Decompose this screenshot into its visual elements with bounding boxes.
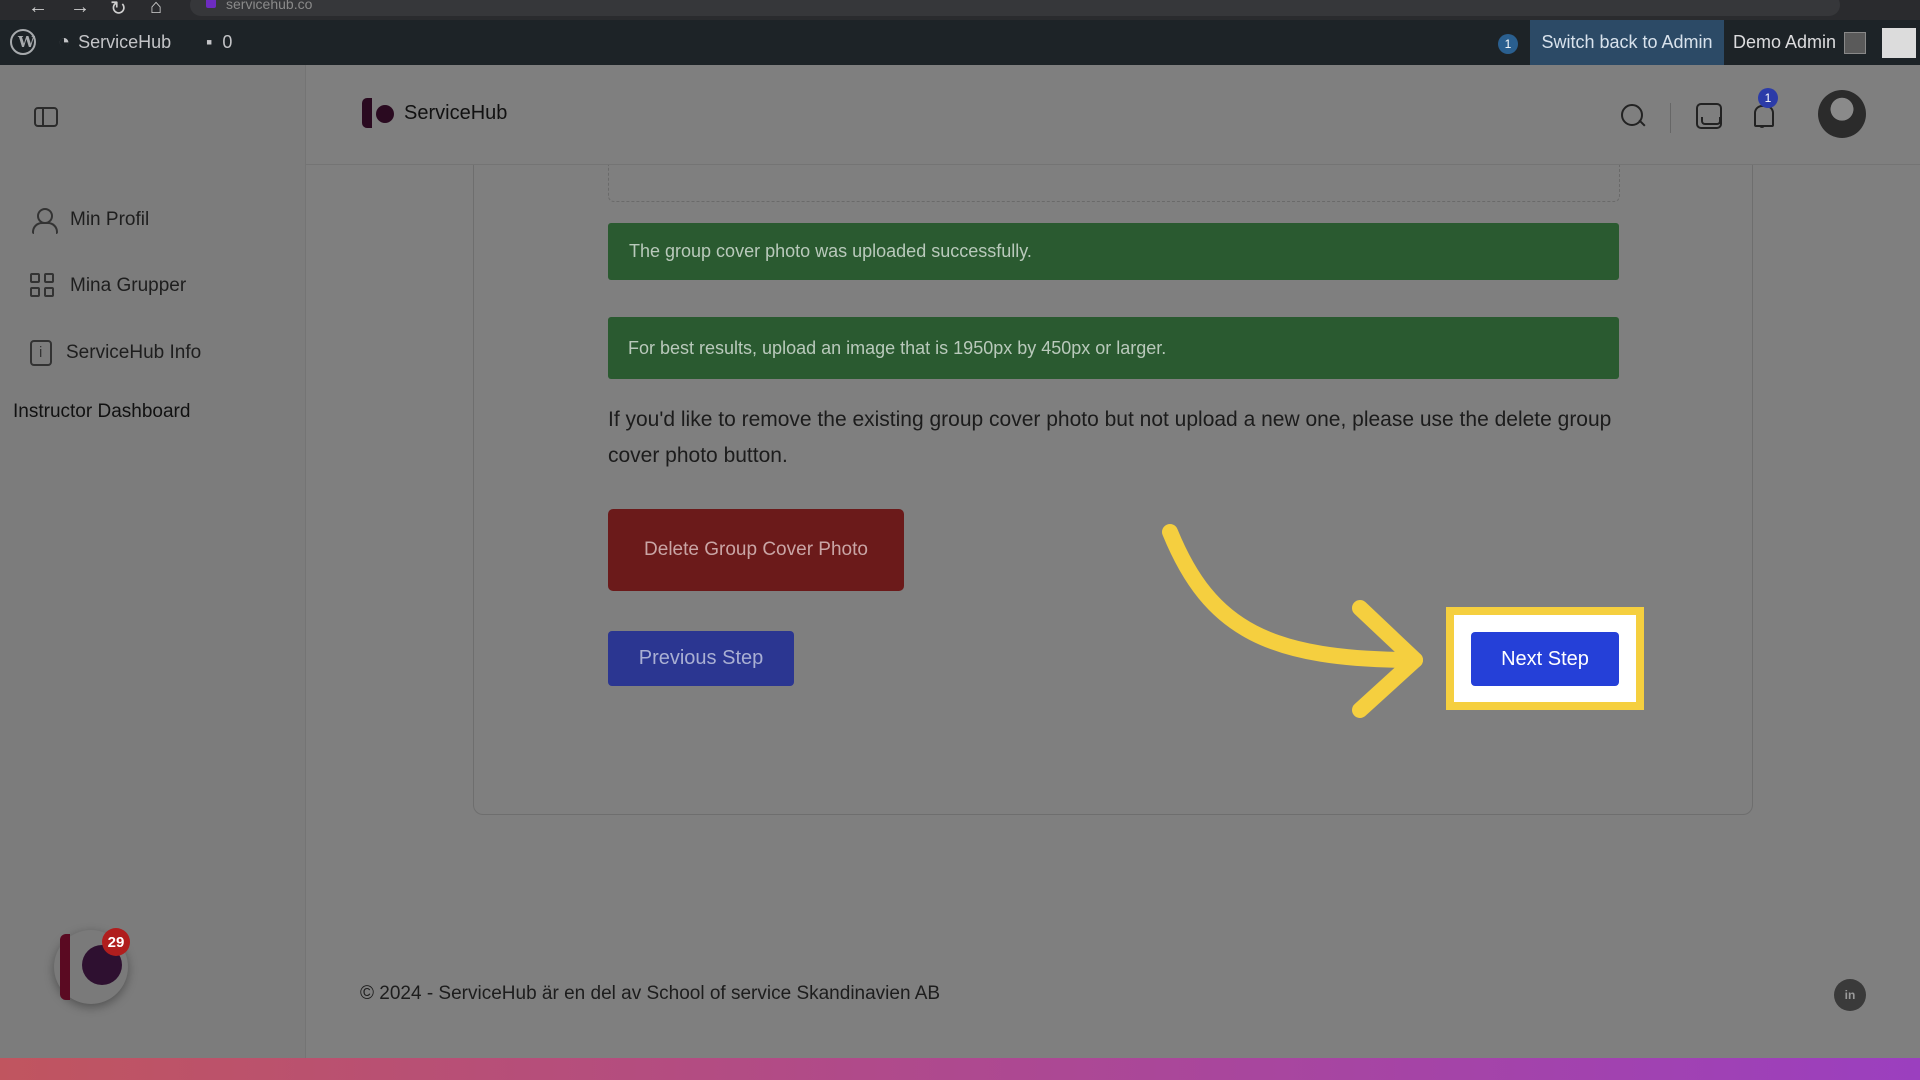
back-icon[interactable]: ← <box>28 0 48 19</box>
bottom-gradient-bar <box>0 1058 1920 1080</box>
admin-user-menu[interactable]: Demo Admin <box>1733 20 1836 65</box>
home-icon[interactable]: ⌂ <box>150 0 162 19</box>
sidebar-item-servicehub-info[interactable]: ServiceHub Info <box>30 333 201 373</box>
user-icon <box>30 207 58 234</box>
sidebar-toggle-icon[interactable] <box>34 107 58 127</box>
sidebar-item-label: ServiceHub Info <box>66 342 202 363</box>
admin-avatar[interactable] <box>1844 32 1866 54</box>
brand-name[interactable]: ServiceHub <box>404 102 507 125</box>
tip-alert: For best results, upload an image that i… <box>608 317 1619 379</box>
admin-bar: W ◔ ServiceHub ▪ 0 1 Switch back to Admi… <box>0 20 1920 65</box>
user-avatar[interactable] <box>1818 90 1866 138</box>
search-icon[interactable] <box>1620 103 1646 129</box>
favicon-icon <box>206 0 216 8</box>
sidebar-item-label: Min Profil <box>70 209 150 230</box>
next-step-button[interactable]: Next Step <box>1471 632 1619 686</box>
pointer-arrow-icon <box>1162 524 1423 718</box>
linkedin-icon[interactable]: in <box>1834 979 1866 1011</box>
sidebar-item-min-profil[interactable]: Min Profil <box>30 200 149 240</box>
sidebar-item-label: Mina Grupper <box>70 275 187 296</box>
reload-icon[interactable]: ↻ <box>110 0 127 21</box>
comments-count: 0 <box>222 32 233 52</box>
inbox-icon[interactable] <box>1696 103 1722 129</box>
wordpress-logo-icon[interactable]: W <box>10 29 36 55</box>
switch-back-to-admin-button[interactable]: Switch back to Admin <box>1530 20 1724 65</box>
sidebar-item-mina-grupper[interactable]: Mina Grupper <box>30 266 186 306</box>
upload-dropzone[interactable] <box>608 165 1620 202</box>
notification-badge: 1 <box>1758 88 1778 108</box>
sidebar: Min Profil Mina Grupper ServiceHub Info <box>0 65 306 1058</box>
previous-step-button[interactable]: Previous Step <box>608 631 794 686</box>
dashboard-icon: ◔ <box>58 31 71 53</box>
brand-logo-dot <box>376 105 394 123</box>
delete-info-text: If you'd like to remove the existing gro… <box>608 408 1612 467</box>
admin-comments-link[interactable]: ▪ 0 <box>206 20 232 65</box>
floating-notification-badge: 29 <box>102 928 130 956</box>
top-header: ServiceHub <box>306 65 1920 165</box>
info-icon <box>30 340 52 366</box>
grid-icon <box>30 273 56 299</box>
admin-site-name: ServiceHub <box>78 32 172 52</box>
brand-logo-icon[interactable] <box>362 98 372 128</box>
address-bar[interactable]: servicehub.co <box>190 0 1840 16</box>
logo-bar-shape <box>60 934 70 1000</box>
browser-toolbar: ← → ↻ ⌂ servicehub.co <box>0 0 1920 20</box>
url-text: servicehub.co <box>226 0 313 12</box>
comment-icon: ▪ <box>206 32 213 52</box>
delete-cover-photo-button[interactable]: Delete Group Cover Photo <box>608 509 904 591</box>
admin-extra-box <box>1882 28 1916 58</box>
admin-site-link[interactable]: ◔ ServiceHub <box>58 20 171 65</box>
forward-icon[interactable]: → <box>70 0 90 19</box>
updates-badge[interactable]: 1 <box>1498 34 1518 54</box>
footer-copyright: © 2024 - ServiceHub är en del av School … <box>360 983 941 1004</box>
success-alert: The group cover photo was uploaded succe… <box>608 223 1619 280</box>
header-divider <box>1670 103 1671 133</box>
instructor-dashboard-link[interactable]: Instructor Dashboard <box>13 401 190 423</box>
